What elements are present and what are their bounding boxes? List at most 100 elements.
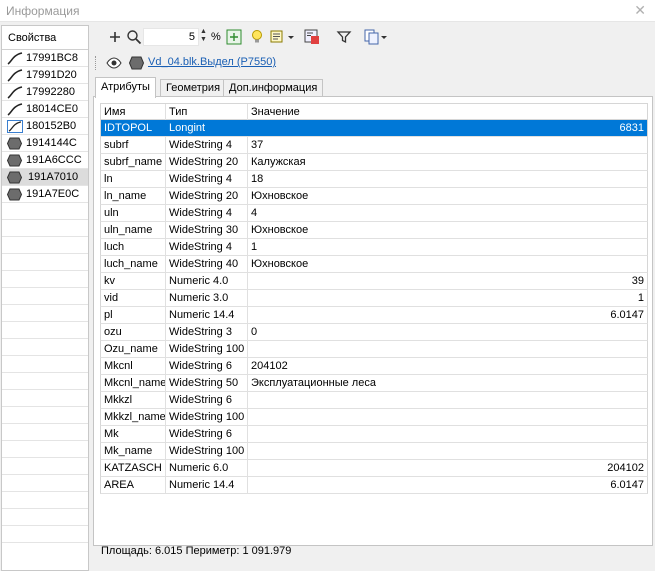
cell-type[interactable]: WideString 4 (166, 171, 248, 187)
cell-value[interactable]: 6831 (248, 120, 647, 136)
header-type[interactable]: Тип (166, 104, 248, 120)
cell-value[interactable]: 204102 (248, 460, 647, 476)
zoom-extent-icon[interactable] (225, 28, 243, 46)
copy-icon[interactable] (363, 28, 381, 46)
table-row[interactable]: subrf_name WideString 20 Калужская (100, 154, 648, 171)
cell-name[interactable]: uln_name (101, 222, 166, 238)
cell-value[interactable]: 18 (248, 171, 647, 187)
cell-value[interactable]: 4 (248, 205, 647, 221)
cell-name[interactable]: Ozu_name (101, 341, 166, 357)
table-row[interactable]: IDTOPOL Longint 6831 (100, 120, 648, 137)
cell-value[interactable] (248, 443, 647, 459)
cell-value[interactable]: 204102 (248, 358, 647, 374)
table-row[interactable]: luch WideString 41 (100, 239, 648, 256)
cell-type[interactable]: WideString 20 (166, 154, 248, 170)
table-row[interactable]: pl Numeric 14.4 6.0147 (100, 307, 648, 324)
cell-name[interactable]: Mkcnl (101, 358, 166, 374)
table-row[interactable]: ln WideString 4 18 (100, 171, 648, 188)
cell-value[interactable] (248, 409, 647, 425)
cell-name[interactable]: Mkkzl_name (101, 409, 166, 425)
cell-type[interactable]: WideString 4 (166, 239, 248, 255)
cell-type[interactable]: Numeric 3.0 (166, 290, 248, 306)
cell-name[interactable]: Mkkzl (101, 392, 166, 408)
cell-value[interactable]: Юхновское (248, 222, 647, 238)
cell-name[interactable]: IDTOPOL (101, 120, 166, 136)
table-row[interactable]: AREA Numeric 14.4 6.0147 (100, 477, 648, 494)
table-row[interactable]: Mkkzl WideString 6 (100, 392, 648, 409)
object-item[interactable]: 191A7E0C (2, 186, 88, 203)
cell-type[interactable]: WideString 3 (166, 324, 248, 340)
cell-name[interactable]: vid (101, 290, 166, 306)
object-item[interactable]: 18014CE0 (2, 101, 88, 118)
cell-type[interactable]: WideString 6 (166, 358, 248, 374)
cell-name[interactable]: ln_name (101, 188, 166, 204)
cell-type[interactable]: WideString 6 (166, 392, 248, 408)
cell-type[interactable]: Numeric 14.4 (166, 307, 248, 323)
cell-type[interactable]: WideString 40 (166, 256, 248, 272)
table-row[interactable]: Mk WideString 6 (100, 426, 648, 443)
cell-name[interactable]: uln (101, 205, 166, 221)
scale-input[interactable]: 5 (143, 28, 199, 46)
cell-type[interactable]: WideString 20 (166, 188, 248, 204)
table-row[interactable]: vid Numeric 3.0 1 (100, 290, 648, 307)
tab-attributes[interactable]: Атрибуты (95, 77, 156, 98)
table-row[interactable]: uln_name WideString 30 Юхновское (100, 222, 648, 239)
cell-name[interactable]: AREA (101, 477, 166, 493)
cell-value[interactable] (248, 341, 647, 357)
table-row[interactable]: subrf WideString 4 37 (100, 137, 648, 154)
cell-name[interactable]: Mk (101, 426, 166, 442)
eye-icon[interactable] (106, 56, 122, 70)
close-icon[interactable]: ✕ (634, 3, 646, 17)
cell-value[interactable]: 39 (248, 273, 647, 289)
cell-name[interactable]: luch (101, 239, 166, 255)
table-row[interactable]: kv Numeric 4.0 39 (100, 273, 648, 290)
table-row[interactable]: KATZASCH Numeric 6.0 204102 (100, 460, 648, 477)
object-item[interactable]: 191A7010 (2, 169, 88, 186)
cell-type[interactable]: WideString 6 (166, 426, 248, 442)
add-icon[interactable] (106, 28, 124, 46)
cell-name[interactable]: luch_name (101, 256, 166, 272)
cell-type[interactable]: WideString 100 (166, 341, 248, 357)
table-row[interactable]: Mkcnl WideString 6 204102 (100, 358, 648, 375)
zoom-icon[interactable] (125, 28, 143, 46)
table-row[interactable]: Mkkzl_name WideString 100 (100, 409, 648, 426)
cell-type[interactable]: WideString 30 (166, 222, 248, 238)
cell-value[interactable] (248, 392, 647, 408)
cell-type[interactable]: WideString 50 (166, 375, 248, 391)
layer-settings-icon[interactable] (303, 28, 321, 46)
cell-value[interactable]: Калужская (248, 154, 647, 170)
table-row[interactable]: luch_name WideString 40 Юхновское (100, 256, 648, 273)
cell-name[interactable]: ln (101, 171, 166, 187)
cell-value[interactable] (248, 426, 647, 442)
cell-name[interactable]: Mkcnl_name (101, 375, 166, 391)
object-item[interactable]: 17992280 (2, 84, 88, 101)
bulb-icon[interactable] (248, 28, 266, 46)
table-row[interactable]: uln WideString 44 (100, 205, 648, 222)
cell-value[interactable]: Юхновское (248, 188, 647, 204)
chevron-down-icon[interactable] (287, 28, 295, 46)
cell-type[interactable]: WideString 100 (166, 443, 248, 459)
cell-name[interactable]: subrf (101, 137, 166, 153)
object-item[interactable]: 191A6CCC (2, 152, 88, 169)
table-row[interactable]: ozu WideString 30 (100, 324, 648, 341)
filter-icon[interactable] (335, 28, 353, 46)
table-row[interactable]: ln_name WideString 20 Юхновское (100, 188, 648, 205)
header-name[interactable]: Имя (101, 104, 166, 120)
table-row[interactable]: Ozu_name WideString 100 (100, 341, 648, 358)
cell-type[interactable]: WideString 4 (166, 137, 248, 153)
layer-link[interactable]: Vd_04.blk.Выдел (P7550) (148, 56, 276, 68)
cell-value[interactable]: Юхновское (248, 256, 647, 272)
cell-type[interactable]: Numeric 4.0 (166, 273, 248, 289)
tab-extra-info[interactable]: Доп.информация (223, 79, 324, 97)
table-row[interactable]: Mkcnl_name WideString 50 Эксплуатационные … (100, 375, 648, 392)
cell-value[interactable]: Эксплуатационные леса (248, 375, 647, 391)
chevron-down-icon[interactable] (380, 28, 388, 46)
object-item[interactable]: 17991D20 (2, 67, 88, 84)
cell-type[interactable]: Longint (166, 120, 248, 136)
edit-layer-icon[interactable] (269, 28, 287, 46)
object-item[interactable]: 1914144C (2, 135, 88, 152)
cell-value[interactable]: 6.0147 (248, 477, 647, 493)
cell-type[interactable]: WideString 4 (166, 205, 248, 221)
cell-type[interactable]: Numeric 6.0 (166, 460, 248, 476)
cell-type[interactable]: WideString 100 (166, 409, 248, 425)
